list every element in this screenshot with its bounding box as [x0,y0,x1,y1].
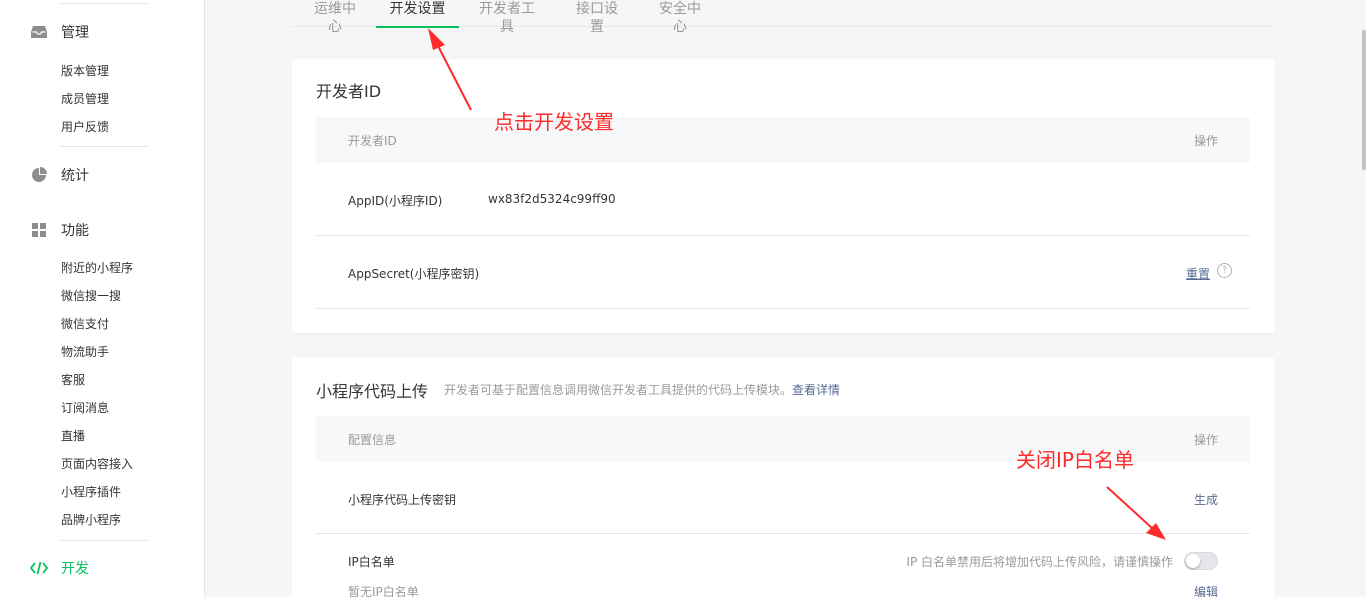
annotation-click-dev-settings: 点击开发设置 [494,110,614,134]
annotation-arrows [428,28,1166,540]
annotation-close-ip-whitelist: 关闭IP白名单 [1016,448,1134,472]
scrollbar[interactable] [1362,30,1366,170]
